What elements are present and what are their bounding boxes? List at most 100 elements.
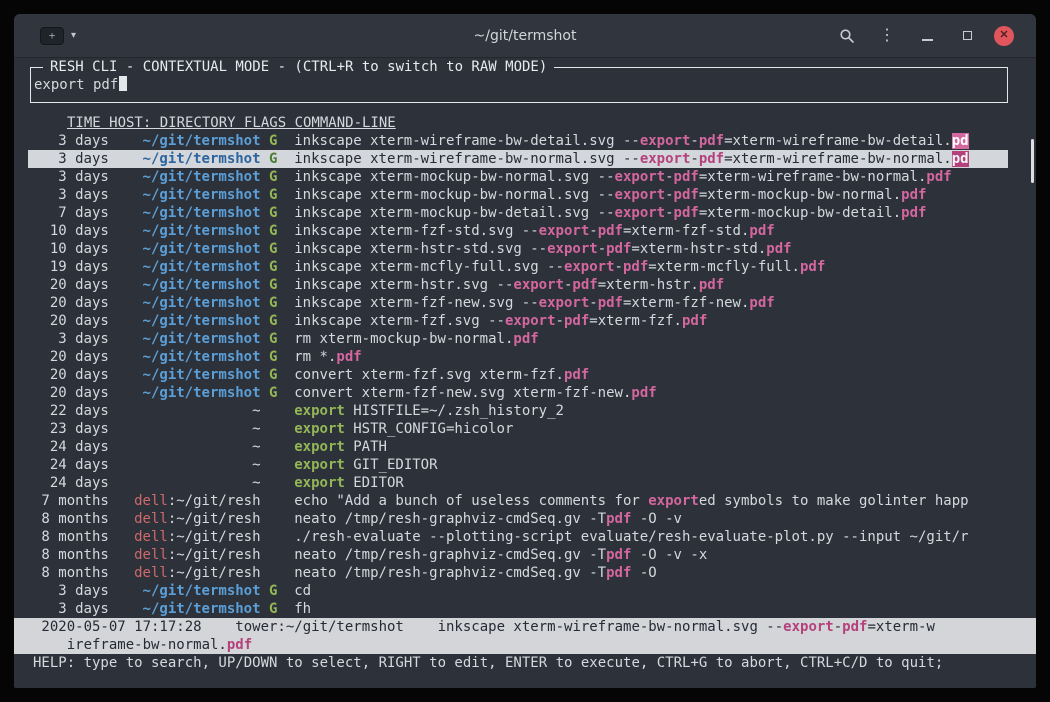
dropdown-caret-icon[interactable]: ▾ [71,30,76,41]
history-row[interactable]: 20 days~/git/termshotGconvert xterm-fzf.… [28,366,1008,384]
command-segment: pd [952,133,969,149]
row-time: 10 days [33,240,109,258]
command-segment: inkscape xterm-fzf-new.svg -- [294,295,538,311]
command-segment: =xterm-fzf-new. [623,295,749,311]
row-directory: ~ [109,420,261,438]
row-directory: dell:~/git/resh [109,528,261,546]
history-row[interactable]: 20 days~/git/termshotGrm *.pdf [28,348,1008,366]
row-command: inkscape xterm-fzf.svg --export-pdf=xter… [294,312,1008,330]
menu-button[interactable]: ⋮ [874,23,900,49]
command-segment: inkscape xterm-fzf-std.svg -- [294,223,538,239]
command-segment: echo "Add a bunch of useless comments fo… [294,493,648,509]
dir-segment: dell [134,565,168,581]
row-time: 24 days [33,474,109,492]
row-flags: G [269,258,277,276]
status-segment: ireframe-bw-normal. [33,637,227,653]
search-input[interactable]: export pdf [34,76,127,94]
history-row[interactable]: 22 days~export HISTFILE=~/.zsh_history_2 [28,402,1008,420]
history-row[interactable]: 7 monthsdell:~/git/reshecho "Add a bunch… [28,492,1008,510]
row-command: cd [294,582,1008,600]
history-row[interactable]: 8 monthsdell:~/git/reshneato /tmp/resh-g… [28,546,1008,564]
row-time: 3 days [33,186,109,204]
table-header: TIME HOST: DIRECTORY FLAGS COMMAND-LINE [14,114,1036,132]
command-segment: pdf [572,277,597,293]
dir-segment: ~/git/termshot [143,385,261,401]
status-segment: pdf [227,637,252,653]
history-row[interactable]: 20 days~/git/termshotGconvert xterm-fzf-… [28,384,1008,402]
minimize-button[interactable] [914,23,940,49]
history-row[interactable]: 3 days~/git/termshotGfh [28,600,1008,618]
history-row[interactable]: 8 monthsdell:~/git/reshneato /tmp/resh-g… [28,564,1008,582]
row-directory: ~/git/termshot [109,240,261,258]
history-row[interactable]: 3 days~/git/termshotGinkscape xterm-wire… [28,132,1008,150]
dir-segment: ~/git/termshot [143,187,261,203]
history-row[interactable]: 20 days~/git/termshotGinkscape xterm-fzf… [28,294,1008,312]
history-row[interactable]: 10 days~/git/termshotGinkscape xterm-hst… [28,240,1008,258]
close-button[interactable]: ✕ [994,26,1014,46]
history-row[interactable]: 8 monthsdell:~/git/reshneato /tmp/resh-g… [28,510,1008,528]
command-segment: pdf [513,331,538,347]
row-flags [269,402,277,420]
command-segment: export [294,457,345,473]
command-segment: export [294,403,345,419]
row-time: 23 days [33,420,109,438]
row-command: inkscape xterm-mockup-bw-normal.svg --ex… [294,186,1008,204]
command-segment: cd [294,583,311,599]
status-segment: 2020-05-07 17:17:28 tower:~/git/termshot… [33,619,783,635]
command-segment: - [665,169,673,185]
dir-segment: :~/git/resh [168,547,261,563]
row-directory: ~/git/termshot [109,330,261,348]
history-row[interactable]: 20 days~/git/termshotGinkscape xterm-fzf… [28,312,1008,330]
restore-button[interactable] [954,23,980,49]
command-segment: pdf [901,187,926,203]
dir-segment: ~/git/termshot [143,205,261,221]
resh-mode-title: RESH CLI - CONTEXTUAL MODE - (CTRL+R to … [43,58,554,76]
history-row[interactable]: 24 days~export EDITOR [28,474,1008,492]
command-segment: pdf [598,223,623,239]
history-row[interactable]: 20 days~/git/termshotGinkscape xterm-hst… [28,276,1008,294]
history-row[interactable]: 3 days~/git/termshotGcd [28,582,1008,600]
command-segment: pdf [699,151,724,167]
search-button[interactable] [834,23,860,49]
command-segment: pdf [606,565,631,581]
row-command: inkscape xterm-mockup-bw-normal.svg --ex… [294,168,1008,186]
row-command: export EDITOR [294,474,1008,492]
command-segment: pdf [598,295,623,311]
history-row[interactable]: 10 days~/git/termshotGinkscape xterm-fzf… [28,222,1008,240]
command-segment: pdf [749,295,774,311]
command-segment: =xterm-mockup-bw-normal. [699,187,901,203]
dir-segment: dell [134,547,168,563]
command-segment: =xterm-wireframe-bw-detail. [724,133,952,149]
history-row[interactable]: 19 days~/git/termshotGinkscape xterm-mcf… [28,258,1008,276]
scrollbar-thumb[interactable] [1031,139,1034,183]
history-row[interactable]: 3 days~/git/termshotGinkscape xterm-wire… [28,150,1008,168]
search-query-text: export pdf [34,77,118,93]
row-flags: G [269,168,277,186]
command-segment: pdf [606,241,631,257]
row-time: 3 days [33,150,109,168]
history-row[interactable]: 3 days~/git/termshotGinkscape xterm-mock… [28,168,1008,186]
row-directory: dell:~/git/resh [109,492,261,510]
command-segment: pdf [623,259,648,275]
row-flags: G [269,312,277,330]
status-segment: export [783,619,834,635]
titlebar[interactable]: + ▾ ~/git/termshot ⋮ ✕ [14,14,1036,58]
history-row[interactable]: 24 days~export GIT_EDITOR [28,456,1008,474]
row-time: 8 months [33,564,109,582]
row-flags: G [269,600,277,618]
history-row[interactable]: 24 days~export PATH [28,438,1008,456]
command-segment: inkscape xterm-wireframe-bw-normal.svg -… [294,151,640,167]
history-row[interactable]: 3 days~/git/termshotGinkscape xterm-mock… [28,186,1008,204]
history-row[interactable]: 3 days~/git/termshotGrm xterm-mockup-bw-… [28,330,1008,348]
row-command: echo "Add a bunch of useless comments fo… [294,492,1008,510]
history-row[interactable]: 23 days~export HSTR_CONFIG=hicolor [28,420,1008,438]
command-segment: inkscape xterm-mockup-bw-normal.svg -- [294,187,614,203]
row-flags [269,510,277,528]
command-segment: pdf [766,241,791,257]
new-terminal-button[interactable]: + [40,27,64,45]
history-row[interactable]: 7 days~/git/termshotGinkscape xterm-mock… [28,204,1008,222]
history-row[interactable]: 8 monthsdell:~/git/resh./resh-evaluate -… [28,528,1008,546]
dir-segment: ~ [252,421,260,437]
row-time: 20 days [33,312,109,330]
row-command: inkscape xterm-fzf-new.svg --export-pdf=… [294,294,1008,312]
